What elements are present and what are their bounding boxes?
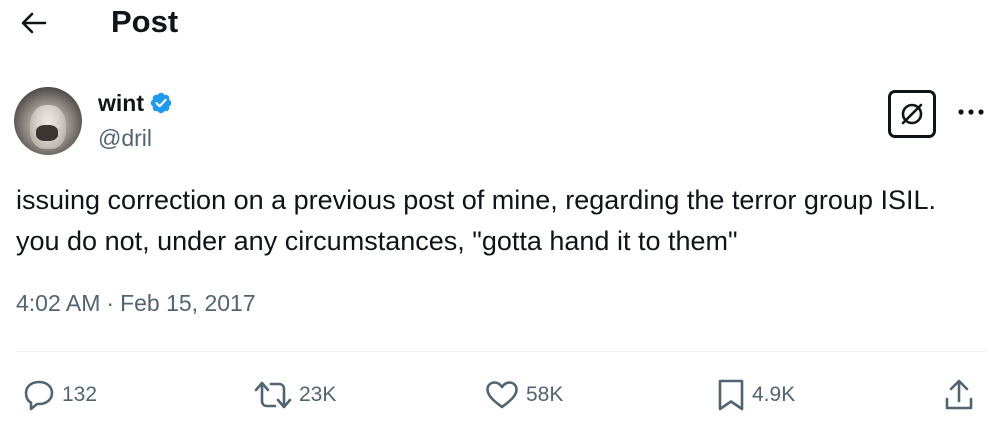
like-count: 58K [526,383,564,406]
repost-count: 23K [299,383,337,406]
grok-icon [901,103,923,125]
action-bar: 132 23K 58K 4.9K [0,370,1000,420]
post-time[interactable]: 4:02 AM [16,288,100,318]
like-button[interactable]: 58K [484,370,563,420]
top-bar: Post [0,0,1000,48]
grok-button[interactable] [888,90,936,138]
repost-icon [254,381,292,409]
post-date[interactable]: Feb 15, 2017 [120,288,256,318]
avatar[interactable] [14,87,82,155]
verified-badge-icon [150,92,172,114]
ellipsis-icon [958,109,984,115]
post-metadata: 4:02 AM · Feb 15, 2017 [16,288,256,318]
more-options-button[interactable] [955,100,987,124]
meta-separator: · [106,290,115,316]
repost-button[interactable]: 23K [253,370,336,420]
author-name-row: wint [98,89,173,117]
reply-button[interactable]: 132 [22,370,97,420]
bookmark-button[interactable]: 4.9K [716,370,795,420]
bookmark-icon [718,379,744,411]
arrow-left-icon [21,12,47,34]
back-button[interactable] [16,8,52,38]
bookmark-count: 4.9K [752,383,796,406]
divider [16,351,986,352]
reply-icon [24,380,54,411]
share-button[interactable] [943,370,975,420]
post-text: issuing correction on a previous post of… [16,185,936,256]
page-title: Post [111,4,179,39]
author-display-name[interactable]: wint [98,89,144,117]
share-icon [945,379,973,410]
reply-count: 132 [62,383,98,406]
heart-icon [486,381,518,409]
author-handle[interactable]: @dril [98,124,152,152]
